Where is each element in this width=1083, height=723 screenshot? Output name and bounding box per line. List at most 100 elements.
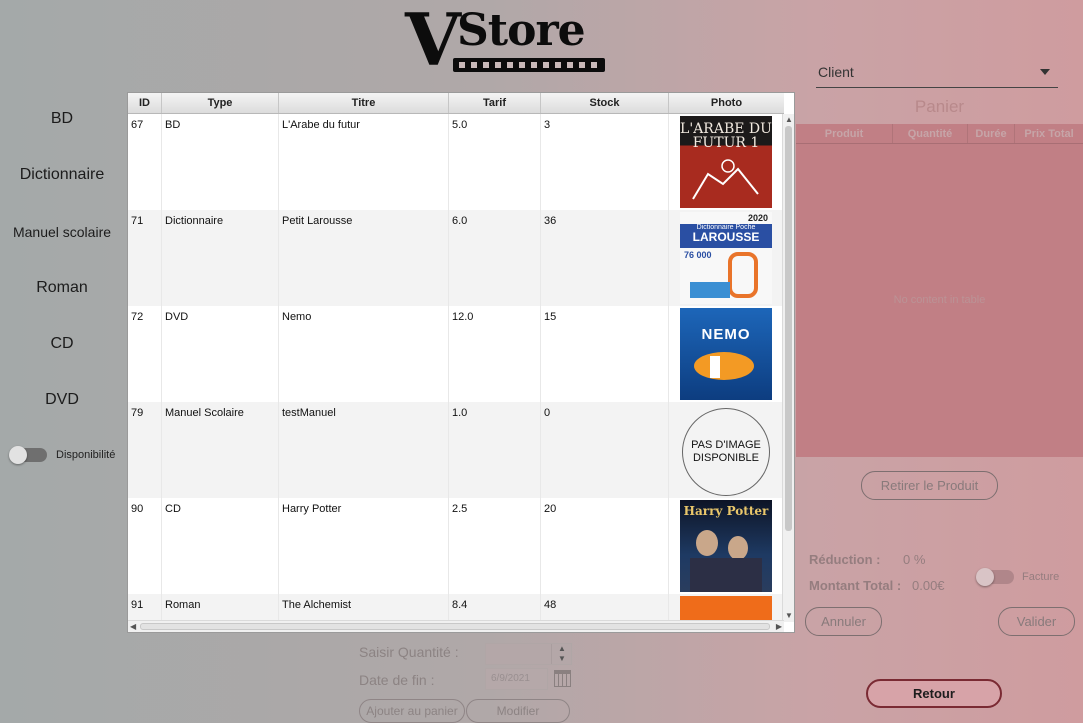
cell-photo: PAS D'IMAGE DISPONIBLE (669, 402, 784, 498)
col-stock[interactable]: Stock (541, 93, 669, 113)
cell-stock: 20 (541, 498, 669, 594)
cell-photo: 2020 Dictionnaire Poche LAROUSSE 76 000 (669, 210, 784, 306)
invoice-label: Facture (1022, 571, 1060, 583)
category-dvd[interactable]: DVD (0, 391, 124, 409)
cell-titre: testManuel (279, 402, 449, 498)
cell-id: 71 (128, 210, 162, 306)
table-row[interactable]: 71 Dictionnaire Petit Larousse 6.0 36 20… (128, 210, 784, 306)
scrollbar-thumb[interactable] (140, 623, 770, 630)
cart-col-duree[interactable]: Durée (968, 124, 1015, 143)
category-roman[interactable]: Roman (0, 279, 124, 297)
cover-image-larousse: 2020 Dictionnaire Poche LAROUSSE 76 000 (680, 212, 772, 304)
reduction-label: Réduction : (809, 552, 881, 567)
remove-product-button[interactable]: Retirer le Produit (861, 471, 998, 500)
products-table[interactable]: ID Type Titre Tarif Stock Photo 67 BD L'… (127, 92, 795, 633)
col-titre[interactable]: Titre (279, 93, 449, 113)
cart-empty-message: No content in table (893, 294, 986, 306)
cover-robes (690, 558, 762, 592)
cell-type: Manuel Scolaire (162, 402, 279, 498)
cell-id: 90 (128, 498, 162, 594)
modify-button[interactable]: Modifier (466, 699, 570, 723)
quantity-spinner[interactable]: ▲ ▼ (485, 643, 572, 665)
cover-title: L'ARABE DU FUTUR 1 (680, 121, 772, 151)
reduction-value: 0 % (903, 552, 926, 567)
cell-photo: Harry Potter (669, 498, 784, 594)
col-tarif[interactable]: Tarif (449, 93, 541, 113)
cell-tarif: 6.0 (449, 210, 541, 306)
spinner-up-icon[interactable]: ▲ (558, 644, 566, 654)
cart-col-produit[interactable]: Produit (796, 124, 893, 143)
category-dictionnaire[interactable]: Dictionnaire (0, 166, 124, 184)
category-manuel-scolaire[interactable]: Manuel scolaire (0, 224, 124, 240)
category-bd[interactable]: BD (0, 110, 124, 128)
cover-letters (728, 252, 758, 298)
cover-brand: LAROUSSE (692, 230, 760, 244)
validate-button[interactable]: Valider (998, 607, 1075, 636)
cart-col-prix-total[interactable]: Prix Total (1015, 124, 1083, 143)
table-row[interactable]: 91 Roman The Alchemist 8.4 48 (128, 594, 784, 622)
add-to-cart-button[interactable]: Ajouter au panier (359, 699, 465, 723)
vstore-logo: V Store (405, 4, 610, 76)
logo-store-text: Store (457, 5, 586, 56)
invoice-toggle[interactable] (976, 568, 1014, 586)
col-id[interactable]: ID (128, 93, 162, 113)
vertical-scrollbar[interactable]: ▲ ▼ (782, 114, 794, 622)
col-type[interactable]: Type (162, 93, 279, 113)
cover-face (696, 530, 718, 556)
cover-image-harry-potter: Harry Potter (680, 500, 772, 592)
chevron-down-icon (1040, 69, 1050, 75)
cell-titre: L'Arabe du futur (279, 114, 449, 210)
category-cd[interactable]: CD (0, 335, 124, 353)
cell-photo (669, 594, 784, 622)
total-label: Montant Total : (809, 578, 902, 593)
cell-photo: L'ARABE DU FUTUR 1 (669, 114, 784, 210)
scroll-right-icon[interactable]: ▶ (776, 622, 782, 632)
cover-fish (694, 352, 754, 380)
cell-type: Roman (162, 594, 279, 622)
cell-stock: 0 (541, 402, 669, 498)
cell-photo: NEMO (669, 306, 784, 402)
cell-stock: 3 (541, 114, 669, 210)
cell-id: 79 (128, 402, 162, 498)
client-select-value: Client (818, 64, 854, 80)
cell-stock: 15 (541, 306, 669, 402)
client-select[interactable]: Client (816, 60, 1058, 88)
products-table-header: ID Type Titre Tarif Stock Photo (128, 93, 784, 114)
cell-type: Dictionnaire (162, 210, 279, 306)
spinner-down-icon[interactable]: ▼ (558, 654, 566, 664)
cell-tarif: 5.0 (449, 114, 541, 210)
cover-title: NEMO (701, 326, 751, 343)
cell-tarif: 1.0 (449, 402, 541, 498)
cell-stock: 36 (541, 210, 669, 306)
cell-titre: Petit Larousse (279, 210, 449, 306)
end-date-label: Date de fin : (359, 672, 435, 688)
cart-title: Panier (914, 97, 965, 116)
scroll-left-icon[interactable]: ◀ (130, 622, 136, 632)
table-row[interactable]: 67 BD L'Arabe du futur 5.0 3 L'ARABE DU … (128, 114, 784, 210)
scrollbar-thumb[interactable] (785, 126, 792, 531)
toggle-knob (9, 446, 27, 464)
scroll-down-icon[interactable]: ▼ (785, 611, 793, 621)
cell-tarif: 2.5 (449, 498, 541, 594)
cover-title: Harry Potter (683, 504, 769, 518)
cancel-button[interactable]: Annuler (805, 607, 882, 636)
end-date-input[interactable]: 6/9/2021 (485, 668, 548, 690)
horizontal-scrollbar[interactable]: ◀ ▶ (128, 620, 784, 632)
cart-col-quantite[interactable]: Quantité (893, 124, 968, 143)
cart-table[interactable]: Produit Quantité Durée Prix Total No con… (796, 124, 1083, 457)
table-row[interactable]: 90 CD Harry Potter 2.5 20 Harry Potter (128, 498, 784, 594)
spinner-buttons[interactable]: ▲ ▼ (551, 644, 571, 664)
scroll-up-icon[interactable]: ▲ (785, 115, 793, 125)
availability-label: Disponibilité (56, 449, 116, 461)
toggle-knob (976, 568, 994, 586)
availability-toggle[interactable] (9, 446, 47, 464)
no-image-placeholder: PAS D'IMAGE DISPONIBLE (682, 408, 770, 496)
table-row[interactable]: 72 DVD Nemo 12.0 15 NEMO (128, 306, 784, 402)
back-button[interactable]: Retour (866, 679, 1002, 708)
products-table-body: 67 BD L'Arabe du futur 5.0 3 L'ARABE DU … (128, 114, 784, 622)
table-row[interactable]: 79 Manuel Scolaire testManuel 1.0 0 PAS … (128, 402, 784, 498)
cell-titre: Harry Potter (279, 498, 449, 594)
col-photo[interactable]: Photo (669, 93, 784, 113)
cell-type: BD (162, 114, 279, 210)
calendar-icon[interactable] (554, 670, 571, 687)
